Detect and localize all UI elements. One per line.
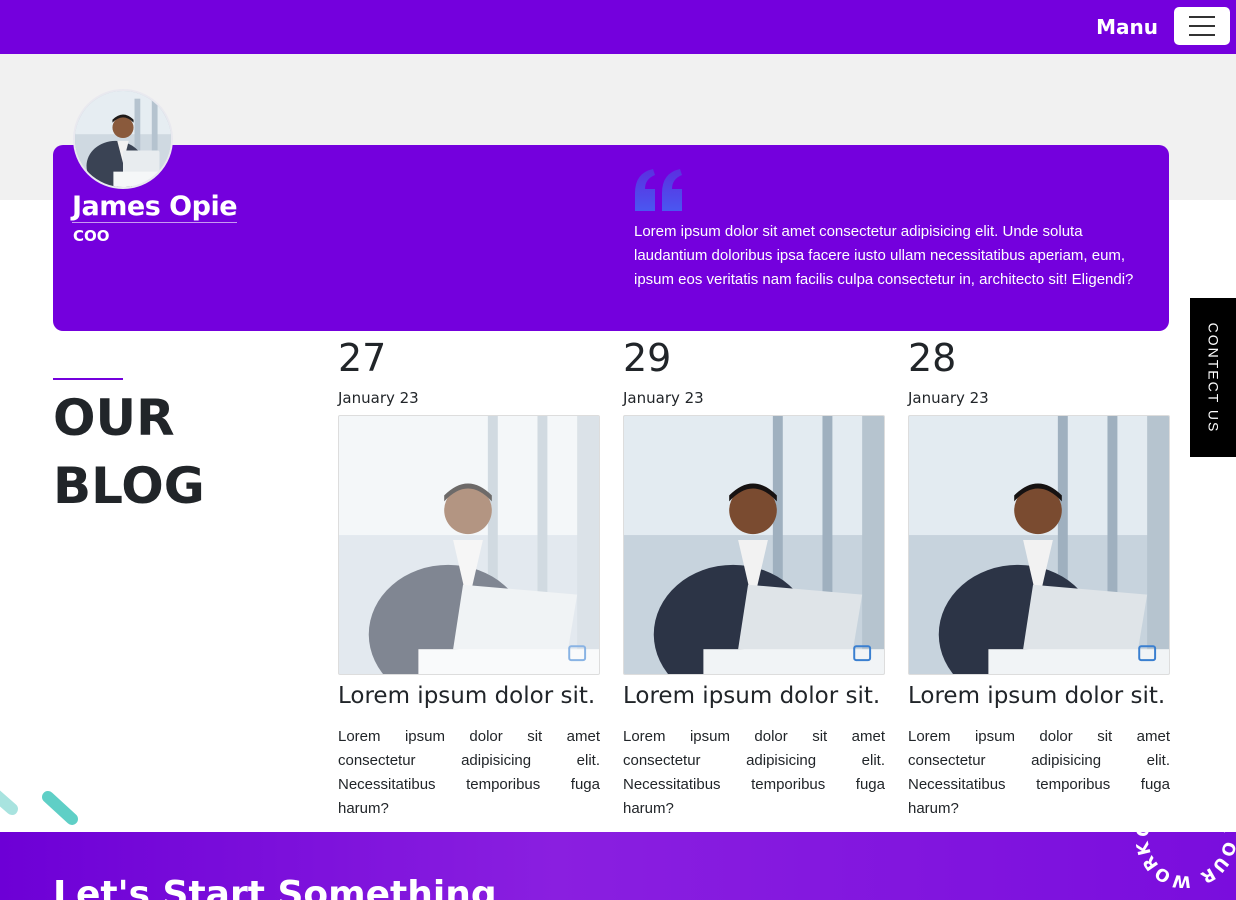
our-work-badge-icon[interactable]: OUR WORK OUR WORK (1136, 788, 1236, 888)
card-day: 27 (338, 336, 387, 380)
card-month: January 23 (908, 389, 989, 407)
card-day: 29 (623, 336, 672, 380)
contact-us-label: CONTECT US (1205, 322, 1221, 433)
blog-card[interactable]: 29 January 23 Lorem ipsum dolor sit. Lor… (623, 336, 885, 821)
blog-heading: OUR BLOG (53, 389, 205, 515)
card-body: Lorem ipsum dolor sit amet consectetur a… (623, 728, 885, 817)
cta-title: Let's Start Something (53, 874, 497, 900)
blog-card-image[interactable] (908, 415, 1170, 675)
person-role: COO (73, 227, 110, 245)
quote-icon (635, 169, 682, 211)
card-title[interactable]: Lorem ipsum dolor sit. (623, 683, 885, 709)
svg-text:OUR WORK OUR WORK: OUR WORK OUR WORK (1136, 788, 1236, 888)
blog-card[interactable]: 28 January 23 Lorem ipsum dolor sit. Lor… (908, 336, 1170, 821)
card-title[interactable]: Lorem ipsum dolor sit. (908, 683, 1170, 709)
hamburger-menu-button[interactable] (1174, 7, 1230, 45)
businessman-laptop-photo (909, 416, 1169, 674)
contact-us-tab[interactable]: CONTECT US (1190, 298, 1236, 457)
testimonial-quote: Lorem ipsum dolor sit amet consectetur a… (634, 223, 1134, 288)
cta-banner: Let's Start Something (0, 832, 1236, 900)
menu-label[interactable]: Manu (1096, 15, 1158, 39)
card-day: 28 (908, 336, 957, 380)
card-month: January 23 (623, 389, 704, 407)
businessman-laptop-photo (339, 416, 599, 674)
blog-card[interactable]: 27 January 23 Lorem ipsum dolor sit. Lor… (338, 336, 600, 821)
blog-card-image[interactable] (338, 415, 600, 675)
businessman-photo (75, 91, 171, 187)
card-body: Lorem ipsum dolor sit amet consectetur a… (338, 728, 600, 817)
top-navbar: Manu (0, 0, 1236, 54)
card-month: January 23 (338, 389, 419, 407)
blog-card-image[interactable] (623, 415, 885, 675)
businessman-laptop-photo (624, 416, 884, 674)
avatar (73, 89, 173, 189)
card-title[interactable]: Lorem ipsum dolor sit. (338, 683, 600, 709)
heading-accent-line (53, 378, 123, 380)
card-body: Lorem ipsum dolor sit amet consectetur a… (908, 728, 1170, 817)
person-name: James Opie (72, 191, 238, 223)
hamburger-icon (1189, 16, 1215, 18)
